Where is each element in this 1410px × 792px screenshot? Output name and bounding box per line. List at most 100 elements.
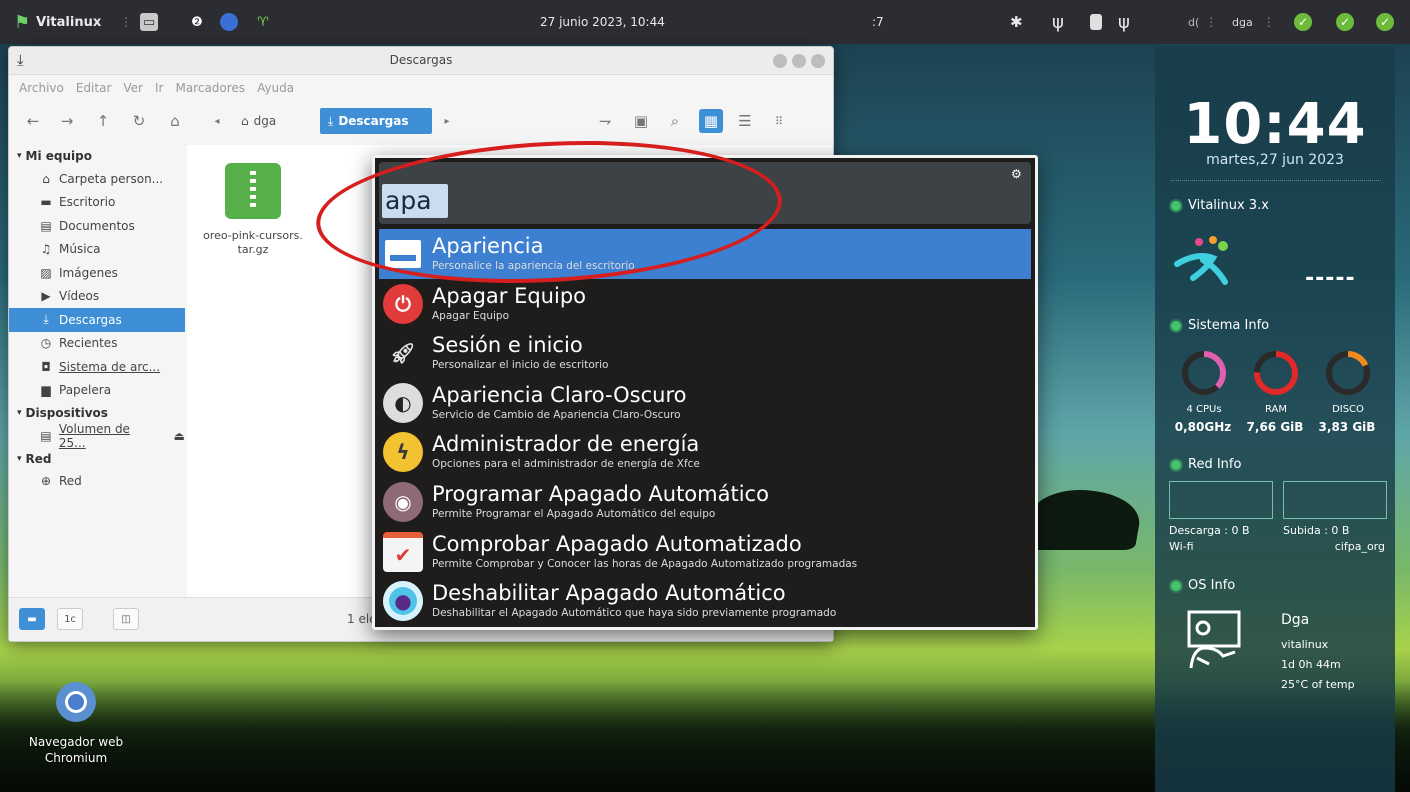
os-host: vitalinux [1281, 638, 1329, 651]
result-name: Sesión e inicio [432, 333, 583, 358]
sidebar-item-sistema-archivos[interactable]: ◘ Sistema de arc... [9, 355, 185, 379]
runner-logo-icon: ⚑ [14, 11, 31, 33]
result-item-apariencia-claro-oscuro[interactable]: ◐ Apariencia Claro-Oscuro Servicio de Ca… [379, 378, 1031, 428]
status-check-3[interactable]: ✓ [1376, 0, 1394, 44]
sidebar-item-descargas[interactable]: ⤓ Descargas [9, 308, 185, 332]
menu-editar[interactable]: Editar [76, 81, 112, 95]
sidebar-item-recientes[interactable]: ◷ Recientes [9, 332, 185, 356]
clock-icon: ◷ [40, 336, 52, 351]
breadcrumb-home[interactable]: ⌂ dga [233, 108, 284, 134]
sidebar-item-label: Imágenes [59, 265, 118, 280]
sidebar-item-documentos[interactable]: ▤ Documentos [9, 214, 185, 238]
sidebar-item-label: Vídeos [59, 289, 100, 304]
sidebar-section-mi-equipo[interactable]: ▾ Mi equipo [9, 145, 185, 167]
sidebar-item-escritorio[interactable]: ▬ Escritorio [9, 191, 185, 215]
sidebar-hide-button[interactable]: ◫ [113, 608, 139, 630]
breadcrumb-right-arrow[interactable]: ▸ [435, 109, 459, 133]
gear-icon[interactable]: ⚙ [1011, 168, 1023, 180]
desktop-icon-label: Navegador web Chromium [28, 735, 124, 765]
panel-launcher-3[interactable]: ♈ [254, 0, 272, 44]
sidebar-item-red[interactable]: ⊕ Red [9, 470, 185, 494]
result-item-programar-apagado[interactable]: ◉ Programar Apagado Automático Permite P… [379, 477, 1031, 527]
divider [1171, 180, 1381, 181]
new-folder-button[interactable]: ▣ [629, 109, 653, 133]
minimize-button[interactable] [773, 54, 787, 68]
user-menu[interactable]: dga ⋮ [1232, 0, 1275, 44]
download-icon: ⤓ [43, 312, 49, 327]
sidebar-item-papelera[interactable]: ▆ Papelera [9, 379, 185, 403]
menu-bar: Archivo Editar Ver Ir Marcadores Ayuda [9, 77, 833, 99]
window-titlebar[interactable]: ⤓ Descargas [9, 47, 833, 75]
workspace-indicator[interactable]: :7 [872, 0, 884, 44]
usb-tray-2[interactable]: ψ [1118, 0, 1130, 44]
maximize-button[interactable] [792, 54, 806, 68]
menu-ver[interactable]: Ver [123, 81, 143, 95]
menu-archivo[interactable]: Archivo [19, 81, 64, 95]
status-dot-icon [1171, 200, 1181, 211]
usb-tray-1[interactable]: ψ [1052, 0, 1064, 44]
sidebar-item-label: Papelera [59, 383, 112, 398]
sidebar: ▾ Mi equipo ⌂ Carpeta person... ▬ Escritori… [9, 145, 185, 597]
menu-ayuda[interactable]: Ayuda [257, 81, 294, 95]
disable-target-icon: ● [383, 581, 423, 622]
close-button[interactable] [811, 54, 825, 68]
panel-datetime: 27 junio 2023, 10:44 [540, 15, 665, 29]
panel-clock[interactable]: 27 junio 2023, 10:44 [540, 0, 665, 44]
compact-view-button[interactable]: ⠿ [767, 109, 791, 133]
sidebar-item-musica[interactable]: ♫ Música [9, 238, 185, 262]
sidebar-item-carpeta-personal[interactable]: ⌂ Carpeta person... [9, 167, 185, 191]
result-item-sesion-inicio[interactable]: 🚀︎ Sesión e inicio Personalizar el inici… [379, 328, 1031, 378]
forward-button[interactable]: → [55, 109, 79, 133]
places-toggle-button[interactable]: ▬ [19, 608, 45, 630]
sidebar-section-dispositivos[interactable]: ▾ Dispositivos [9, 402, 185, 424]
search-box[interactable]: ⚙ apa [379, 162, 1031, 224]
sistema-heading: Sistema Info [1171, 318, 1269, 333]
search-input[interactable]: apa [382, 184, 448, 218]
sidebar-item-label: Red [59, 474, 82, 489]
bulb-icon: ♈ [257, 14, 269, 30]
battery-tray[interactable] [1090, 0, 1102, 44]
result-item-apariencia[interactable]: Apariencia Personalice la apariencia del… [379, 229, 1031, 279]
breadcrumb-current[interactable]: ⤓ Descargas [320, 108, 432, 134]
terminal-toggle-button[interactable]: ⇁ [593, 109, 617, 133]
app-name: Vitalinux [36, 14, 102, 30]
list-view-button[interactable]: ☰ [733, 109, 757, 133]
panel-launcher-2[interactable]: ❷ [188, 0, 206, 44]
section-title: Mi equipo [25, 149, 92, 163]
bluetooth-tray[interactable]: ✱ [1010, 0, 1023, 44]
result-item-deshabilitar-apagado[interactable]: ● Deshabilitar Apagado Automático Deshab… [379, 576, 1031, 626]
sidebar-item-volumen[interactable]: ▤ Volumen de 25... ⏏ [9, 422, 185, 450]
home-button[interactable]: ⌂ [163, 109, 187, 133]
menu-marcadores[interactable]: Marcadores [175, 81, 245, 95]
disk-value: 3,83 GiB [1318, 420, 1376, 434]
background-hill [1024, 490, 1146, 550]
result-item-administrador-energia[interactable]: ϟ Administrador de energía Opciones para… [379, 427, 1031, 477]
conky-dashes: ----- [1305, 266, 1356, 291]
sidebar-item-imagenes[interactable]: ▨ Imágenes [9, 261, 185, 285]
result-item-apagar-equipo[interactable]: ⏻ Apagar Equipo Apagar Equipo [379, 279, 1031, 329]
app-menu-button[interactable]: ⚑ Vitalinux [14, 0, 101, 44]
sidebar-section-red[interactable]: ▾ Red [9, 448, 185, 470]
browser-launcher[interactable] [220, 0, 238, 44]
result-item-comprobar-apagado[interactable]: ✔ Comprobar Apagado Automatizado Permite… [379, 527, 1031, 577]
up-button[interactable]: ↑ [91, 109, 115, 133]
sidebar-item-videos[interactable]: ▶ Vídeos [9, 285, 185, 309]
tree-toggle-button[interactable]: 1c [57, 608, 83, 630]
eject-icon[interactable]: ⏏ [174, 429, 185, 443]
search-button[interactable]: ⌕ [663, 109, 687, 133]
sistema-label: Sistema Info [1188, 318, 1270, 333]
icon-view-button[interactable]: ▦ [699, 109, 723, 133]
status-check-1[interactable]: ✓ [1294, 0, 1312, 44]
os-temp: 25°C of temp [1281, 678, 1355, 691]
breadcrumb-left-arrow[interactable]: ◂ [205, 109, 229, 133]
status-check-2[interactable]: ✓ [1336, 0, 1354, 44]
contrast-icon: ◐ [383, 382, 423, 423]
result-desc: Permite Comprobar y Conocer las horas de… [432, 557, 858, 570]
calendar-check-icon: ✔ [383, 531, 423, 572]
usb-icon: ψ [1118, 11, 1130, 33]
sidebar-item-label: Carpeta person... [59, 171, 164, 186]
menu-ir[interactable]: Ir [155, 81, 163, 95]
back-button[interactable]: ← [21, 109, 45, 133]
file-manager-launcher[interactable]: ▭ [140, 0, 158, 44]
reload-button[interactable]: ↻ [127, 109, 151, 133]
